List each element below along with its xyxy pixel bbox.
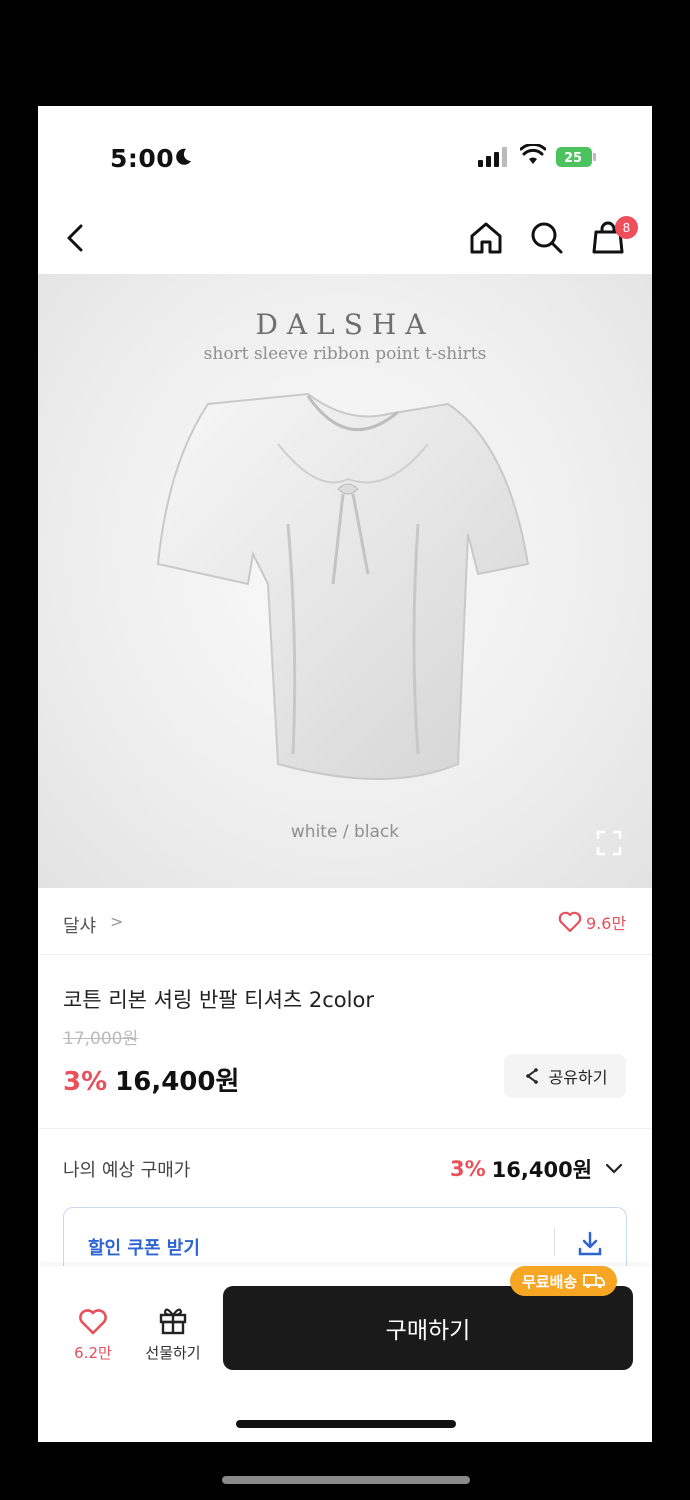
original-price: 17,000원 [63, 1029, 139, 1049]
expected-price-toggle[interactable]: 3% 16,400원 [450, 1154, 624, 1184]
free-shipping-label: 무료배송 [522, 1272, 578, 1291]
share-label: 공유하기 [548, 1068, 608, 1087]
expand-icon[interactable] [596, 830, 622, 856]
expected-price-label: 나의 예상 구매가 [63, 1160, 191, 1181]
image-brand-logo: DALSHA [255, 308, 435, 341]
outer-home-indicator [222, 1476, 470, 1484]
tshirt-image [156, 392, 530, 780]
download-icon[interactable] [576, 1230, 604, 1258]
brand-link[interactable]: 달샤 [63, 912, 96, 938]
share-button[interactable]: 공유하기 [504, 1054, 626, 1098]
phone-screen: 5:00 25 8 DALSHA short sleeve ribbon poi… [38, 106, 652, 1442]
wifi-icon [520, 144, 546, 164]
back-button[interactable] [56, 218, 96, 258]
buy-button[interactable]: 구매하기 [223, 1286, 633, 1370]
gift-icon [159, 1308, 187, 1335]
product-title: 코튼 리본 셔링 반팔 티셔츠 2color [63, 988, 374, 1012]
heart-icon [79, 1309, 107, 1335]
gift-label: 선물하기 [145, 1344, 201, 1362]
like-count: 6.2만 [74, 1344, 112, 1362]
status-bar: 5:00 25 [38, 106, 652, 206]
battery-icon: 25 [556, 146, 598, 168]
brand-row: 달샤 > 9.6만 [38, 888, 652, 955]
free-shipping-badge: 무료배송 [510, 1266, 618, 1296]
moon-icon [176, 148, 191, 165]
price-row: 3% 16,400원 [63, 1061, 239, 1098]
cart-count-badge: 8 [615, 216, 638, 239]
home-icon [470, 222, 502, 254]
share-icon [525, 1068, 538, 1084]
chevron-left-icon [67, 224, 83, 252]
coupon-divider [554, 1228, 555, 1256]
clock: 5:00 [110, 144, 175, 173]
signal-icon [478, 147, 507, 167]
brand-like-count: 9.6만 [586, 914, 627, 933]
truck-icon [583, 1274, 606, 1288]
chevron-right-icon: > [110, 912, 124, 931]
expected-discount: 3% [450, 1157, 486, 1181]
sale-price: 16,400원 [115, 1067, 240, 1097]
image-colors-text: white / black [290, 822, 400, 842]
battery-level: 25 [564, 151, 582, 166]
search-icon [531, 222, 563, 254]
divider [38, 1128, 652, 1129]
home-indicator [236, 1420, 456, 1428]
brand-like-button[interactable]: 9.6만 [558, 910, 626, 934]
coupon-label: 할인 쿠폰 받기 [88, 1238, 200, 1259]
home-button[interactable] [466, 218, 506, 258]
discount-rate: 3% [63, 1067, 108, 1097]
buy-label: 구매하기 [385, 1318, 471, 1344]
heart-icon [558, 911, 582, 933]
top-nav [38, 206, 652, 274]
image-subtitle: short sleeve ribbon point t-shirts [203, 344, 487, 364]
expected-price-value: 16,400원 [491, 1158, 593, 1182]
chevron-down-icon [605, 1163, 623, 1174]
gift-button[interactable]: 선물하기 [138, 1304, 208, 1363]
search-button[interactable] [527, 218, 567, 258]
bottom-action-bar: 6.2만 선물하기 구매하기 무료배송 [38, 1266, 652, 1442]
like-button[interactable]: 6.2만 [66, 1308, 120, 1363]
product-image[interactable]: DALSHA short sleeve ribbon point t-shirt… [38, 274, 652, 888]
